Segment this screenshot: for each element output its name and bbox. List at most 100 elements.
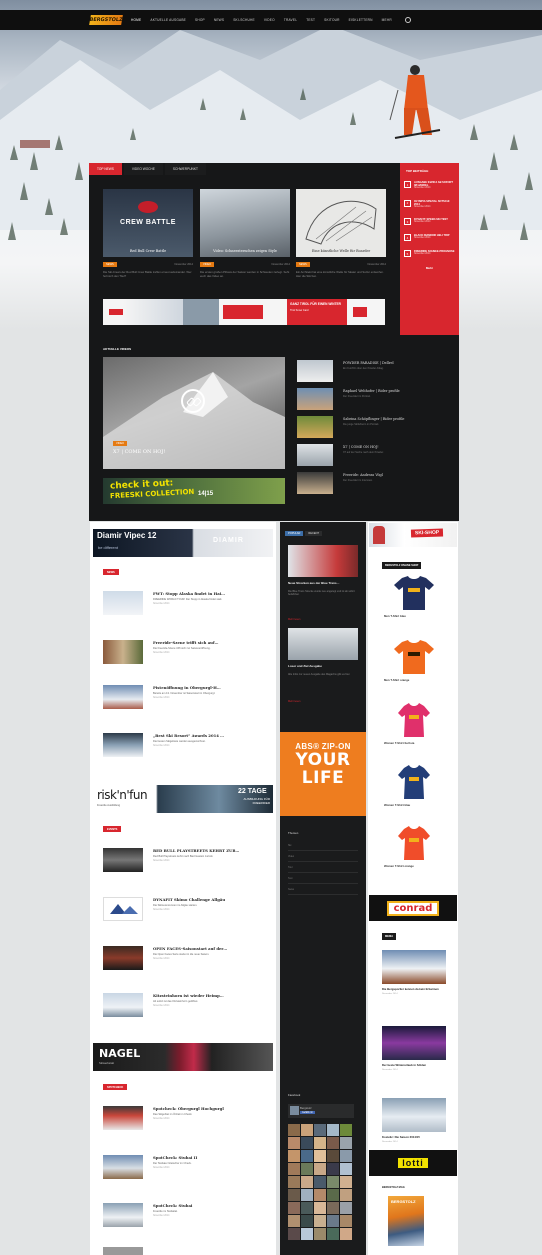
nav-item-mehr[interactable]: Mehr <box>382 18 392 22</box>
fan-avatar[interactable] <box>340 1176 352 1188</box>
top-post-item[interactable]: 2 Olympia Spezial Sotschi 2014 November 2… <box>404 199 455 210</box>
fan-avatar[interactable] <box>340 1215 352 1227</box>
middle-post-image[interactable] <box>288 545 358 577</box>
fan-avatar[interactable] <box>288 1189 300 1201</box>
list-item[interactable]: DYNAFIT Skimo Challenge Allgäu Die Skitou… <box>103 897 269 921</box>
middle-post-title[interactable]: Loser und Ziel Ausgabe <box>288 664 360 668</box>
list-item[interactable]: SpotCheck: Stubai Freeride im Stubaital. N… <box>103 1203 269 1227</box>
right-post-title[interactable]: Kostelic: Die Saison 2014/15 <box>382 1135 446 1139</box>
fan-avatar[interactable] <box>327 1163 339 1175</box>
feature-card[interactable]: CREW BATTLE Red Bull Crew Battle News Nov… <box>103 189 193 278</box>
fan-avatar[interactable] <box>301 1137 313 1149</box>
list-item[interactable]: RED BULL PLAYSTREETS KEHRT ZUR… Red Bull … <box>103 848 269 872</box>
nav-item-ausgabe[interactable]: Aktuelle Ausgabe <box>150 18 186 22</box>
product-name[interactable]: Women T-Shirt fuchsia <box>384 741 444 745</box>
nav-item-eisklettern[interactable]: Eisklettern <box>349 18 373 22</box>
list-item[interactable]: „Best Ski Resort“ Awards 2014 … Die beste… <box>103 733 269 757</box>
video-list-item[interactable]: POWDER PARADISE | Dellrel Ein Kurzfilm üb… <box>297 360 457 388</box>
fan-avatar[interactable] <box>301 1163 313 1175</box>
fan-avatar[interactable] <box>340 1124 352 1136</box>
feature-card[interactable]: Video: Schneesternchen zeigen Style Vide… <box>200 189 290 278</box>
fan-avatar[interactable] <box>301 1150 313 1162</box>
product-name[interactable]: Women T-Shirt orange <box>384 864 444 868</box>
right-post[interactable]: Die Bergsportler kennen da kein Erbarmen… <box>382 950 446 995</box>
tag-link[interactable]: Video <box>288 854 358 862</box>
video-list-item[interactable]: Freeride: Andreas Vögl Der Freerider im I… <box>297 472 457 500</box>
nav-item-shop[interactable]: Shop <box>195 18 205 22</box>
product-name[interactable]: Men T-Shirt orange <box>384 678 444 682</box>
read-more-link[interactable]: Mehr lesen <box>288 618 300 621</box>
right-post[interactable]: Der beste Winterurlaub in Sölden Novembe… <box>382 1026 446 1071</box>
risk-n-fun-ad[interactable]: risk'n'fun Freeride Ausbildung 22 TAGE A… <box>93 785 273 813</box>
post-title[interactable]: RED BULL PLAYSTREETS KEHRT ZUR… <box>153 848 239 853</box>
fan-avatar[interactable] <box>327 1202 339 1214</box>
nav-item-ski-schuhe[interactable]: Ski-Schuhe <box>233 18 255 22</box>
post-title[interactable]: SpotCheck: Stubai II <box>153 1155 197 1160</box>
right-post-title[interactable]: Die Bergsportler kennen da kein Erbarmen <box>382 987 446 991</box>
fan-avatar[interactable] <box>301 1202 313 1214</box>
list-item[interactable]: Freeride-Szene trifft sich auf… Die Freer… <box>103 640 269 664</box>
shop-product[interactable]: Women T-Shirt blau <box>384 765 444 807</box>
fan-avatar[interactable] <box>340 1228 352 1240</box>
fan-avatar[interactable] <box>327 1215 339 1227</box>
fan-avatar[interactable] <box>340 1189 352 1201</box>
fan-avatar[interactable] <box>288 1124 300 1136</box>
facebook-like-button[interactable]: Gefällt mir <box>300 1111 315 1114</box>
fan-avatar[interactable] <box>314 1137 326 1149</box>
section-label-events[interactable]: Events <box>103 826 122 832</box>
fan-avatar[interactable] <box>288 1228 300 1240</box>
top-post-item[interactable]: 5 Freeride Schnee-Prognose November 2014 <box>404 250 455 258</box>
shop-product[interactable]: Women T-Shirt orange <box>384 826 444 868</box>
category-badge[interactable]: News <box>296 262 310 267</box>
nav-item-home[interactable]: Home <box>131 18 141 22</box>
nav-item-news[interactable]: News <box>214 18 224 22</box>
post-title[interactable]: Kitzsteinhorn ist wieder Heimp… <box>153 993 224 998</box>
video-list-item[interactable]: X7 | COME ON HOJ! X7 auf der Suche nach d… <box>297 444 457 472</box>
product-name[interactable]: Women T-Shirt blau <box>384 803 444 807</box>
shop-product[interactable]: Men T-Shirt orange <box>384 640 444 682</box>
fan-avatar[interactable] <box>301 1124 313 1136</box>
category-badge[interactable]: Video <box>113 441 128 446</box>
nav-item-skitour[interactable]: Skitour <box>324 18 340 22</box>
top-post-item[interactable]: 1 Ausgabe 04/2014 ab sofort im Handel Nov… <box>404 181 455 191</box>
fan-avatar[interactable] <box>314 1163 326 1175</box>
shop-product[interactable]: Women T-Shirt fuchsia <box>384 703 444 745</box>
list-item[interactable]: SpotCheck: Stubai II Der Stubaier Gletsch… <box>103 1155 269 1179</box>
fan-avatar[interactable] <box>340 1137 352 1149</box>
fan-avatar[interactable] <box>340 1163 352 1175</box>
fan-avatar[interactable] <box>340 1202 352 1214</box>
post-title[interactable]: DYNAFIT Skimo Challenge Allgäu <box>153 897 225 902</box>
post-title[interactable]: SpotCheck: Stubai <box>153 1203 192 1208</box>
fan-avatar[interactable] <box>327 1124 339 1136</box>
read-more-link[interactable]: Mehr lesen <box>288 700 300 703</box>
fan-avatar[interactable] <box>314 1189 326 1201</box>
magazine-cover[interactable]: BERGSTOLZ <box>388 1196 424 1246</box>
tag-link[interactable]: Test <box>288 876 358 884</box>
featured-video-title[interactable]: X7 | COME ON HOJ! <box>113 449 165 455</box>
play-link-icon[interactable] <box>181 389 205 413</box>
fan-avatar[interactable] <box>327 1228 339 1240</box>
shop-product[interactable]: Men T-Shirt blau <box>384 576 444 618</box>
tirol-banner-ad[interactable]: GANZ TIROL FÜR EINEN WINTER Tirol Snow C… <box>103 299 385 325</box>
more-link[interactable]: Mehr <box>404 266 455 270</box>
fan-avatar[interactable] <box>314 1176 326 1188</box>
post-title[interactable]: „Best Ski Resort“ Awards 2014 … <box>153 733 224 738</box>
tag-link[interactable]: News <box>288 887 358 895</box>
fan-avatar[interactable] <box>288 1215 300 1227</box>
category-badge[interactable]: Video <box>200 262 215 267</box>
lotti-ad[interactable]: lotti <box>369 1150 457 1176</box>
fan-avatar[interactable] <box>340 1150 352 1162</box>
facebook-widget[interactable] <box>288 1104 354 1118</box>
fan-avatar[interactable] <box>301 1215 313 1227</box>
featured-video[interactable]: Video X7 | COME ON HOJ! <box>103 357 285 469</box>
product-name[interactable]: Men T-Shirt blau <box>384 614 444 618</box>
top-post-item[interactable]: 3 Dynafit: Speed-Ski Test November 2014 <box>404 218 455 226</box>
list-item[interactable]: OPEN FACES-Saisonstart auf der… Die Open … <box>103 946 269 970</box>
post-title[interactable]: Freeride-Szene trifft sich auf… <box>153 640 218 645</box>
post-title[interactable]: Pistenöffnung in Obergurgl-H… <box>153 685 221 690</box>
post-title[interactable]: OPEN FACES-Saisonstart auf der… <box>153 946 227 951</box>
tag-link[interactable]: Ski <box>288 843 358 851</box>
list-item[interactable]: FWT: Stopp Alaska findet in Hai… FREERIDE… <box>103 591 269 615</box>
right-post-title[interactable]: Der beste Winterurlaub in Sölden <box>382 1063 446 1067</box>
fan-avatar[interactable] <box>327 1150 339 1162</box>
